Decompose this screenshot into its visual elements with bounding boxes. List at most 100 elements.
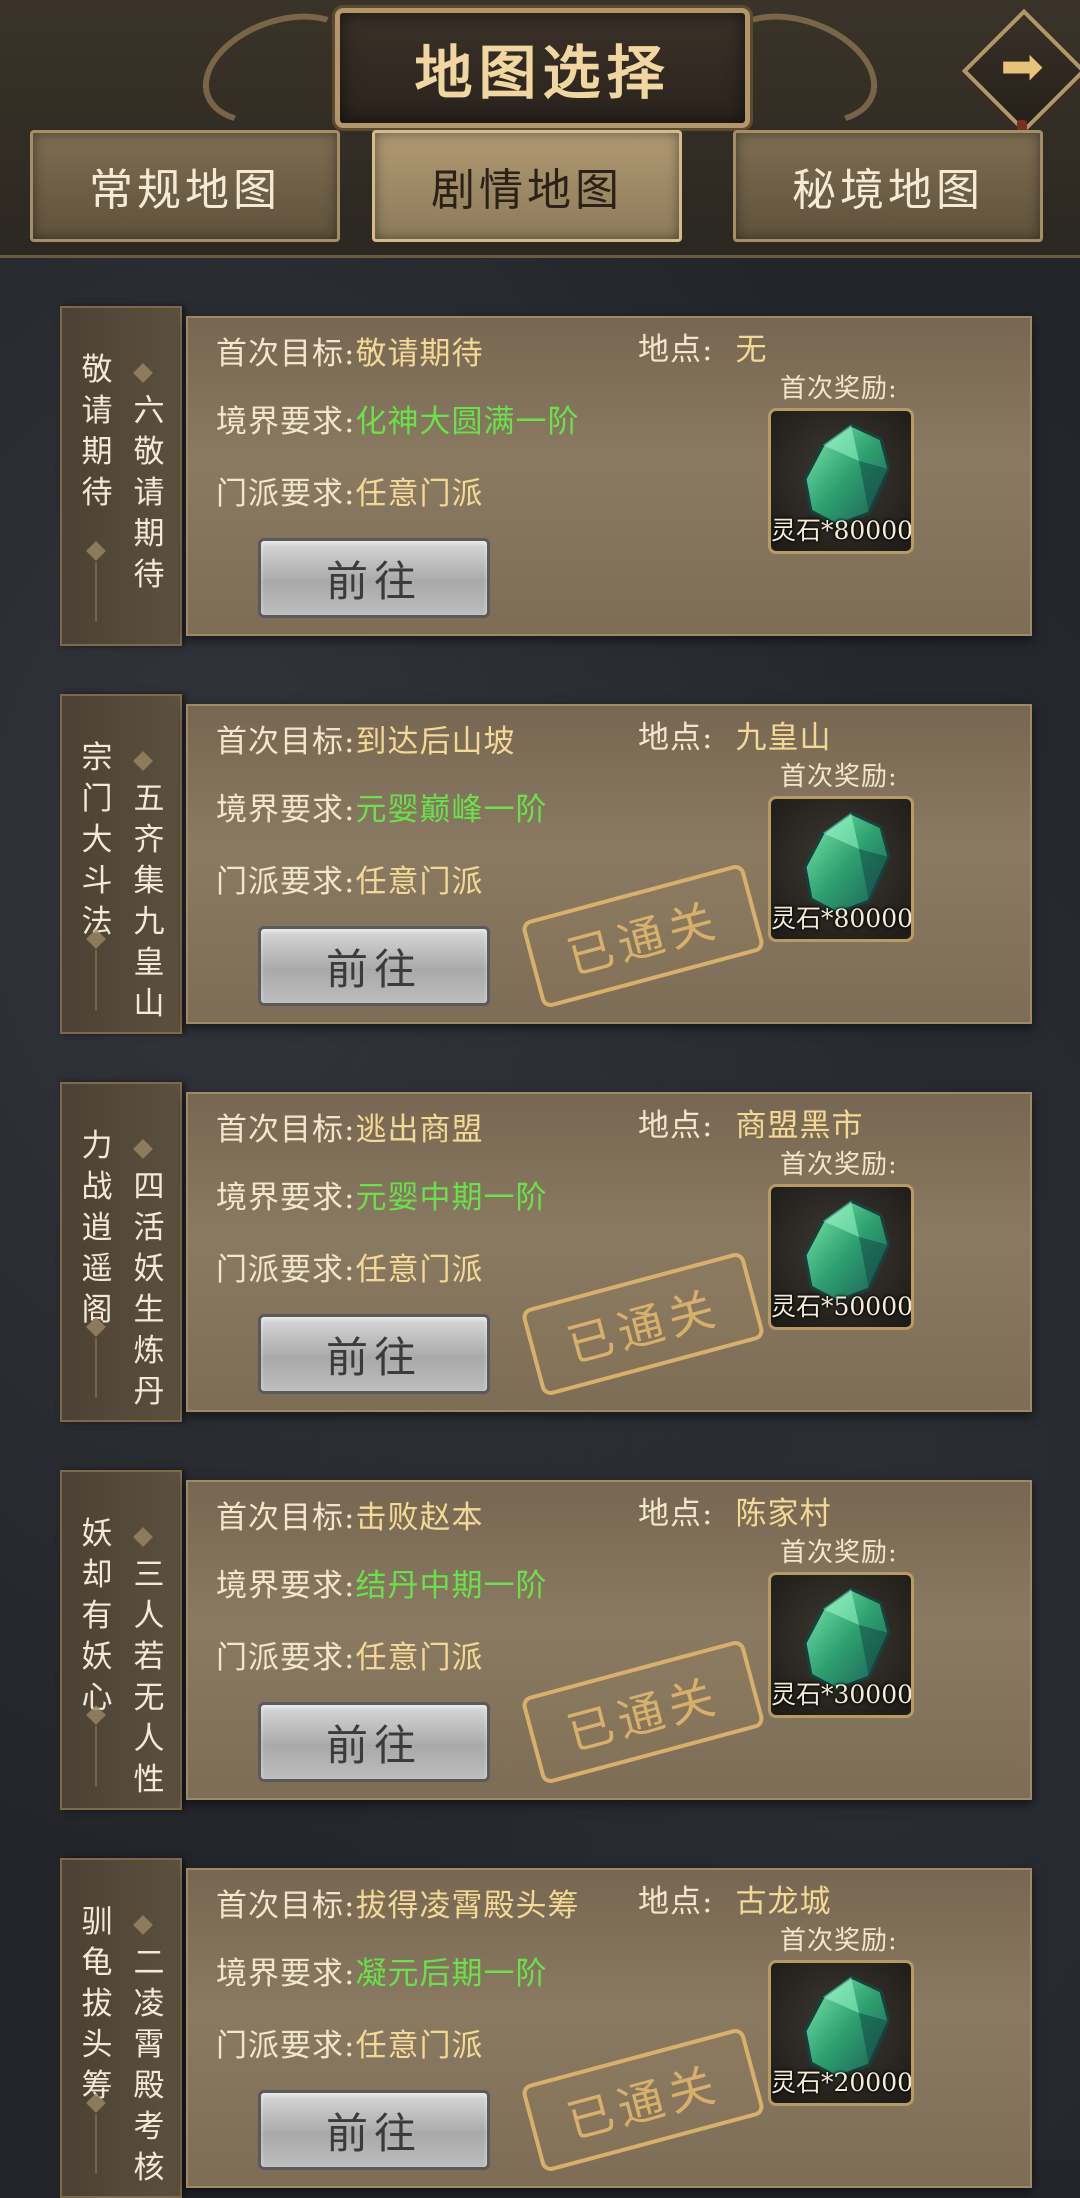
chapter-subtitle: 力战逍遥阁 [81, 1128, 113, 1328]
cleared-stamp: 已通关 [520, 1250, 766, 1398]
cleared-stamp: 已通关 [520, 1638, 766, 1786]
realm-row: 境界要求:结丹中期一阶 [216, 1560, 547, 1605]
goal-row: 首次目标:逃出商盟 [216, 1104, 483, 1149]
reward-label: 首次奖励: [780, 1926, 898, 1956]
sect-row: 门派要求:任意门派 [216, 856, 483, 901]
go-button[interactable]: 前往 [258, 538, 490, 618]
realm-label: 境界要求: [216, 792, 356, 828]
arrow-right-icon: ➡ [1000, 37, 1044, 97]
tab-regular-map[interactable]: 常规地图 [30, 130, 340, 242]
location-value: 无 [735, 332, 768, 368]
location-row: 地点: 无 [638, 324, 767, 369]
realm-label: 境界要求: [216, 404, 356, 440]
sect-row: 门派要求:任意门派 [216, 1632, 483, 1677]
goal-label: 首次目标: [216, 1500, 356, 1536]
diamond-ornament-icon [133, 1527, 153, 1547]
reward-quantity: 灵石*30000 [771, 1680, 914, 1709]
sect-value: 任意门派 [355, 1252, 484, 1288]
realm-value: 凝元后期一阶 [355, 1956, 548, 1992]
sect-row: 门派要求:任意门派 [216, 2020, 483, 2065]
cleared-stamp: 已通关 [520, 862, 766, 1010]
divider [95, 2114, 97, 2174]
location-label: 地点: [638, 332, 714, 368]
goal-value: 击败赵本 [355, 1500, 484, 1536]
go-button[interactable]: 前往 [258, 2090, 490, 2170]
chapter-title: 二凌霄殿考核 [133, 1945, 165, 2186]
location-row: 地点: 九皇山 [638, 712, 831, 757]
sect-label: 门派要求: [216, 2028, 356, 2064]
map-card: 敬请期待 六敬请期待 首次目标:敬请期待 地点: 无 境界要求:化神大圆满一阶 门… [60, 306, 1032, 646]
realm-row: 境界要求:元婴中期一阶 [216, 1172, 547, 1217]
location-value: 陈家村 [735, 1496, 832, 1532]
sect-label: 门派要求: [216, 1252, 356, 1288]
divider [95, 1726, 97, 1786]
go-button[interactable]: 前往 [258, 1314, 490, 1394]
chapter-side-panel: 驯龟拔头筹 二凌霄殿考核 [60, 1858, 182, 2198]
goal-value: 敬请期待 [355, 336, 484, 372]
goal-value: 逃出商盟 [355, 1112, 484, 1148]
realm-value: 化神大圆满一阶 [355, 404, 580, 440]
chapter-subtitle: 敬请期待 [81, 352, 113, 511]
title-plate: 地图选择 [335, 8, 750, 128]
diamond-ornament-icon [133, 1139, 153, 1159]
map-card: 宗门大斗法 五齐集九皇山 首次目标:到达后山坡 地点: 九皇山 境界要求:元婴巅峰… [60, 694, 1032, 1034]
reward-item[interactable]: 灵石*80000 [768, 408, 914, 554]
map-card: 妖却有妖心 三人若无人性 首次目标:击败赵本 地点: 陈家村 境界要求:结丹中期一… [60, 1470, 1032, 1810]
reward-label: 首次奖励: [780, 762, 898, 792]
realm-label: 境界要求: [216, 1956, 356, 1992]
goal-row: 首次目标:击败赵本 [216, 1492, 483, 1537]
next-button[interactable]: ➡ [961, 8, 1080, 158]
sect-row: 门派要求:任意门派 [216, 468, 483, 513]
tab-secret-map[interactable]: 秘境地图 [733, 130, 1043, 242]
location-label: 地点: [638, 1108, 714, 1144]
divider [95, 950, 97, 1010]
chapter-subtitle: 妖却有妖心 [81, 1516, 113, 1716]
reward-item[interactable]: 灵石*50000 [768, 1184, 914, 1330]
goal-row: 首次目标:到达后山坡 [216, 716, 515, 761]
chapter-side-panel: 敬请期待 六敬请期待 [60, 306, 182, 646]
goal-label: 首次目标: [216, 1112, 356, 1148]
location-row: 地点: 陈家村 [638, 1488, 831, 1533]
reward-item[interactable]: 灵石*30000 [768, 1572, 914, 1718]
realm-value: 元婴中期一阶 [355, 1180, 548, 1216]
tab-story-map[interactable]: 剧情地图 [372, 130, 682, 242]
diamond-ornament-icon [133, 1915, 153, 1935]
chapter-title: 五齐集九皇山 [133, 781, 165, 1022]
location-value: 商盟黑市 [735, 1108, 864, 1144]
realm-value: 元婴巅峰一阶 [355, 792, 548, 828]
map-card-body: 首次目标:敬请期待 地点: 无 境界要求:化神大圆满一阶 门派要求:任意门派 首次… [186, 316, 1032, 636]
goal-label: 首次目标: [216, 336, 356, 372]
realm-row: 境界要求:元婴巅峰一阶 [216, 784, 547, 829]
map-card-body: 首次目标:击败赵本 地点: 陈家村 境界要求:结丹中期一阶 门派要求:任意门派 首… [186, 1480, 1032, 1800]
reward-item[interactable]: 灵石*20000 [768, 1960, 914, 2106]
goal-label: 首次目标: [216, 724, 356, 760]
go-button[interactable]: 前往 [258, 1702, 490, 1782]
reward-quantity: 灵石*50000 [771, 1292, 914, 1321]
sect-label: 门派要求: [216, 476, 356, 512]
go-button[interactable]: 前往 [258, 926, 490, 1006]
sect-value: 任意门派 [355, 864, 484, 900]
reward-item[interactable]: 灵石*80000 [768, 796, 914, 942]
reward-label: 首次奖励: [780, 1538, 898, 1568]
goal-value: 拔得凌霄殿头筹 [355, 1888, 580, 1924]
map-tabs: 常规地图 剧情地图 秘境地图 [0, 130, 1080, 245]
diamond-ornament-icon [133, 751, 153, 771]
sect-label: 门派要求: [216, 864, 356, 900]
location-row: 地点: 古龙城 [638, 1876, 831, 1921]
location-row: 地点: 商盟黑市 [638, 1100, 863, 1145]
goal-label: 首次目标: [216, 1888, 356, 1924]
chapter-side-panel: 妖却有妖心 三人若无人性 [60, 1470, 182, 1810]
chapter-title: 三人若无人性 [133, 1557, 165, 1798]
cleared-stamp: 已通关 [520, 2026, 766, 2174]
chapter-side-panel: 宗门大斗法 五齐集九皇山 [60, 694, 182, 1034]
diamond-ornament-icon [86, 541, 106, 561]
chapter-title: 六敬请期待 [133, 393, 165, 593]
map-card-body: 首次目标:拔得凌霄殿头筹 地点: 古龙城 境界要求:凝元后期一阶 门派要求:任意门… [186, 1868, 1032, 2188]
map-card: 驯龟拔头筹 二凌霄殿考核 首次目标:拔得凌霄殿头筹 地点: 古龙城 境界要求:凝元… [60, 1858, 1032, 2198]
chapter-subtitle: 驯龟拔头筹 [81, 1904, 113, 2104]
reward-quantity: 灵石*20000 [771, 2068, 914, 2097]
sect-row: 门派要求:任意门派 [216, 1244, 483, 1289]
goal-value: 到达后山坡 [355, 724, 516, 760]
reward-quantity: 灵石*80000 [771, 516, 914, 545]
realm-row: 境界要求:化神大圆满一阶 [216, 396, 579, 441]
